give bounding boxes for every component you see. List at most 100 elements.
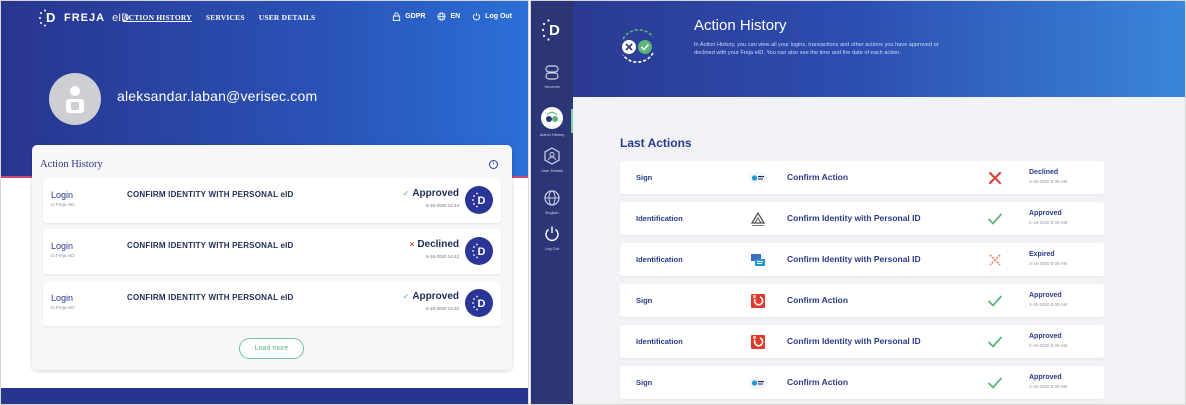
gdpr-label: GDPR [405,13,426,20]
provider-logo [747,290,769,312]
action-type: Sign [636,296,653,305]
avatar[interactable] [49,73,101,125]
globe-icon [544,190,560,206]
provider-blue-dot-logo [749,172,767,184]
action-title: Confirm Identity with Personal ID [787,336,921,346]
approved-check-icon [987,293,1003,309]
action-type: Identification [636,255,683,264]
row-status-label: Approved [412,188,459,199]
approved-check-icon: ✓ [402,292,410,301]
gdpr-link[interactable]: GDPR [392,12,425,21]
freja-logo-icon[interactable]: D [540,19,564,41]
row-action-sub: to Freja eID [51,202,75,207]
provider-logo [747,208,769,230]
action-row[interactable]: Sign Confirm Action Approved 3-16-2020 8… [620,284,1104,317]
action-history-card: Action History i Login to Freja eID CONF… [32,145,512,370]
history-row[interactable]: Login to Freja eID CONFIRM IDENTITY WITH… [43,281,501,326]
provider-blue-doc-logo [751,254,765,266]
globe-icon [437,12,446,21]
language-label: EN [450,13,461,20]
sidebar-item-label: Log Out [544,246,560,251]
row-action-sub: to Freja eID [51,253,75,258]
web-app-panel: D FREJA eID ACTION HISTORY SERVICES USER… [0,0,529,405]
lock-icon [393,12,401,21]
row-action: Login [51,241,74,251]
action-date: 3-16-2020 8:00 AM [1029,302,1068,307]
sidebar-item-action-history[interactable]: Action History [531,107,573,137]
approved-check-icon [987,211,1003,227]
provider-blue-dot-logo [749,377,767,389]
power-icon [473,12,481,21]
user-email: aleksandar.laban@verisec.com [117,88,318,104]
action-status: Declined [1029,169,1059,176]
last-actions-section: Last Actions Sign Confirm Action Decline… [573,97,1185,404]
action-history-hero-icon [622,29,654,63]
row-timestamp: 6-16-2020 14:42 [425,254,459,259]
row-status: ✓ Approved [403,291,459,302]
svg-text:D: D [549,22,560,39]
user-details-icon [544,147,560,165]
history-row[interactable]: Login to Freja eID CONFIRM IDENTITY WITH… [43,229,501,274]
action-history-icon [546,111,558,122]
svg-text:D: D [478,195,486,207]
provider-logo [747,249,769,271]
svg-text:D: D [478,298,486,310]
row-description: CONFIRM IDENTITY WITH PERSONAL eID [127,293,294,302]
history-row[interactable]: Login to Freja eID CONFIRM IDENTITY WITH… [43,178,501,223]
sidebar-item-language[interactable]: English [531,189,573,215]
provider-logo [747,331,769,353]
action-title: Confirm Identity with Personal ID [787,254,921,264]
action-date: 3-16-2020 8:00 AM [1029,179,1068,184]
logout-button[interactable]: Log Out [472,12,512,21]
action-date: 3-16-2020 8:00 AM [1029,343,1068,348]
row-description: CONFIRM IDENTITY WITH PERSONAL eID [127,241,294,250]
page-title: Action History [694,17,787,34]
freja-logo-icon: D [39,9,55,27]
action-row[interactable]: Sign Confirm Action Declined 3-16-2020 8… [620,161,1104,194]
row-status-label: Approved [412,291,459,302]
sidebar-item-user-details[interactable]: User Details [531,147,573,173]
nav-services[interactable]: SERVICES [206,13,245,22]
action-row[interactable]: Sign Confirm Action Approved 3-16-2020 8… [620,366,1104,399]
action-status: Expired [1029,251,1055,258]
action-date: 3-16-2020 8:00 AM [1029,220,1068,225]
sidebar-item-logout[interactable]: Log Out [531,225,573,251]
nav-user-details[interactable]: USER DETAILS [259,13,316,22]
sidebar-item-services[interactable]: Services [531,63,573,89]
provider-logo [747,372,769,394]
action-title: Confirm Identity with Personal ID [787,213,921,223]
freja-badge-icon: D [465,186,493,214]
declined-x-icon [987,170,1003,186]
info-icon[interactable]: i [489,160,498,169]
language-selector[interactable]: EN [437,12,460,21]
action-date: 3-16-2020 8:00 AM [1029,261,1068,266]
approved-check-icon [987,334,1003,350]
provider-logo [747,167,769,189]
approved-check-icon [987,375,1003,391]
main-nav: ACTION HISTORY SERVICES USER DETAILS [123,13,315,22]
services-icon [545,65,559,80]
freja-logo[interactable]: D FREJA eID [37,9,129,27]
section-title: Last Actions [620,136,692,150]
nav-action-history[interactable]: ACTION HISTORY [123,13,192,22]
row-timestamp: 6-16-2020 14:32 [425,306,459,311]
sidebar-item-label: User Details [541,168,563,173]
row-status-label: Declined [417,239,459,250]
sidebar-item-label: Action History [539,132,565,137]
action-date: 3-16-2020 8:00 AM [1029,384,1068,389]
action-status: Approved [1029,333,1062,340]
action-row[interactable]: Identification Confirm Identity with Per… [620,202,1104,235]
sidebar-item-label: English [545,210,559,215]
action-type: Identification [636,337,683,346]
action-row[interactable]: Identification Confirm Identity with Per… [620,243,1104,276]
freja-badge-icon: D [465,237,493,265]
expired-x-icon [987,252,1003,268]
approved-check-icon: ✓ [402,189,410,198]
power-icon [545,226,559,241]
action-title: Confirm Action [787,172,849,182]
mobile-app-panel: D Services Action History User Details E… [530,0,1186,405]
top-navigation: D FREJA eID ACTION HISTORY SERVICES USER… [1,1,528,35]
action-row[interactable]: Identification Confirm Identity with Per… [620,325,1104,358]
row-action: Login [51,293,74,303]
load-more-button[interactable]: Load more [239,338,304,359]
